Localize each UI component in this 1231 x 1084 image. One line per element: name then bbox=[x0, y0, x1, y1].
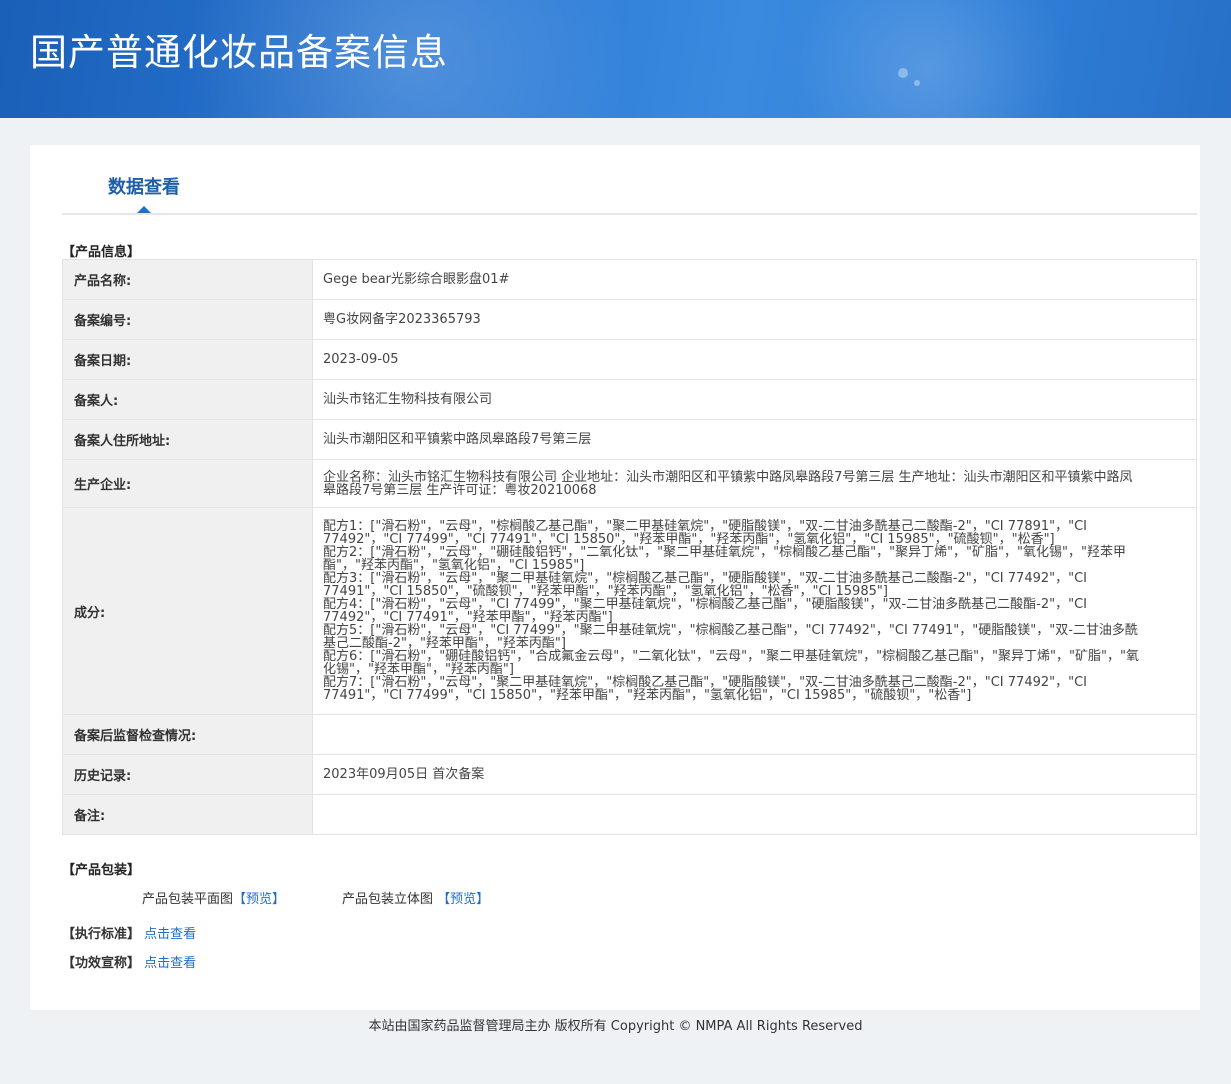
row-value: 2023年09月05日 首次备案 bbox=[312, 754, 1197, 795]
table-row: 备案人: 汕头市铭汇生物科技有限公司 bbox=[62, 379, 1197, 420]
banner-dot bbox=[914, 80, 920, 86]
formula-line: 配方5：["滑石粉"，"云母"，"CI 77499"，"聚二甲基硅氧烷"，"棕榈… bbox=[323, 623, 1138, 651]
row-value: 企业名称：汕头市铭汇生物科技有限公司 企业地址：汕头市潮阳区和平镇紫中路凤皋路段… bbox=[312, 459, 1197, 508]
formula-line: 配方1：["滑石粉"，"云母"，"棕榈酸乙基己酯"，"聚二甲基硅氧烷"，"硬脂酸… bbox=[323, 519, 1087, 547]
tab-divider bbox=[62, 213, 1197, 215]
packaging-3d-label: 产品包装立体图 bbox=[342, 892, 434, 907]
standard-row: 【执行标准】 点击查看 bbox=[62, 923, 196, 942]
tab-data-view[interactable]: 数据查看 bbox=[62, 145, 236, 215]
banner-glow bbox=[780, 0, 1080, 118]
packaging-3d: 产品包装立体图 【预览】 bbox=[342, 888, 489, 907]
product-info-table: 产品名称: Gege bear光影综合眼影盘01# 备案编号: 粤G妆网备字20… bbox=[62, 259, 1197, 835]
row-key: 备案编号: bbox=[62, 299, 313, 340]
footer-copyright: 本站由国家药品监督管理局主办 版权所有 Copyright © NMPA All… bbox=[368, 1019, 863, 1034]
packaging-flat-label: 产品包装平面图 bbox=[142, 892, 234, 907]
formula-line: 配方4：["滑石粉"，"云母"，"CI 77499"，"聚二甲基硅氧烷"，"棕榈… bbox=[323, 597, 1087, 625]
row-key: 备案后监督检查情况: bbox=[62, 714, 313, 755]
ingredients-cell: 配方1：["滑石粉"，"云母"，"棕榈酸乙基己酯"，"聚二甲基硅氧烷"，"硬脂酸… bbox=[312, 507, 1197, 715]
packaging-flat-preview-link[interactable]: 【预览】 bbox=[233, 892, 285, 907]
row-value bbox=[312, 794, 1197, 835]
efficacy-row: 【功效宣称】 点击查看 bbox=[62, 952, 196, 971]
row-key: 成分: bbox=[62, 507, 313, 715]
row-value bbox=[312, 714, 1197, 755]
row-value: 汕头市铭汇生物科技有限公司 bbox=[312, 379, 1197, 420]
formula-line: 配方3：["滑石粉"，"云母"，"聚二甲基硅氧烷"，"棕榈酸乙基己酯"，"硬脂酸… bbox=[323, 571, 1087, 599]
table-row: 历史记录: 2023年09月05日 首次备案 bbox=[62, 754, 1197, 795]
table-row: 备案日期: 2023-09-05 bbox=[62, 339, 1197, 380]
efficacy-label: 【功效宣称】 bbox=[62, 956, 141, 971]
row-key: 备注: bbox=[62, 794, 313, 835]
formula-line: 配方7：["滑石粉"，"云母"，"聚二甲基硅氧烷"，"棕榈酸乙基己酯"，"硬脂酸… bbox=[323, 675, 1087, 703]
product-info-title: 【产品信息】 bbox=[62, 245, 141, 260]
content-panel: 数据查看 【产品信息】 产品名称: Gege bear光影综合眼影盘01# 备案… bbox=[30, 145, 1200, 1010]
row-key: 产品名称: bbox=[62, 259, 313, 300]
header-banner: 国产普通化妆品备案信息 bbox=[0, 0, 1231, 118]
packaging-flat: 产品包装平面图【预览】 bbox=[142, 888, 285, 907]
table-row: 备案人住所地址: 汕头市潮阳区和平镇紫中路凤皋路段7号第三层 bbox=[62, 419, 1197, 460]
standard-link[interactable]: 点击查看 bbox=[144, 927, 196, 942]
packaging-3d-preview-link[interactable]: 【预览】 bbox=[437, 892, 489, 907]
packaging-title: 【产品包装】 bbox=[62, 863, 141, 878]
tab-active-caret bbox=[137, 206, 151, 213]
tab-label: 数据查看 bbox=[108, 177, 180, 198]
table-row: 备案后监督检查情况: bbox=[62, 714, 1197, 755]
table-row: 备注: bbox=[62, 794, 1197, 835]
formula-line: 配方2：["滑石粉"，"云母"，"硼硅酸铝钙"，"二氧化钛"，"聚二甲基硅氧烷"… bbox=[323, 545, 1126, 573]
row-value: 粤G妆网备字2023365793 bbox=[312, 299, 1197, 340]
table-row: 生产企业: 企业名称：汕头市铭汇生物科技有限公司 企业地址：汕头市潮阳区和平镇紫… bbox=[62, 459, 1197, 508]
row-key: 历史记录: bbox=[62, 754, 313, 795]
row-key: 备案日期: bbox=[62, 339, 313, 380]
row-key: 生产企业: bbox=[62, 459, 313, 508]
row-key: 备案人: bbox=[62, 379, 313, 420]
table-row: 备案编号: 粤G妆网备字2023365793 bbox=[62, 299, 1197, 340]
table-row: 产品名称: Gege bear光影综合眼影盘01# bbox=[62, 259, 1197, 300]
row-value: 汕头市潮阳区和平镇紫中路凤皋路段7号第三层 bbox=[312, 419, 1197, 460]
page-title: 国产普通化妆品备案信息 bbox=[30, 31, 448, 74]
row-value: Gege bear光影综合眼影盘01# bbox=[312, 259, 1197, 300]
banner-dot bbox=[898, 68, 908, 78]
row-key: 备案人住所地址: bbox=[62, 419, 313, 460]
efficacy-link[interactable]: 点击查看 bbox=[144, 956, 196, 971]
table-row: 成分: 配方1：["滑石粉"，"云母"，"棕榈酸乙基己酯"，"聚二甲基硅氧烷"，… bbox=[62, 507, 1197, 715]
row-value: 2023-09-05 bbox=[312, 339, 1197, 380]
formula-line: 配方6：["滑石粉"，"硼硅酸铝钙"，"合成氟金云母"，"二氧化钛"，"云母"，… bbox=[323, 649, 1139, 677]
standard-label: 【执行标准】 bbox=[62, 927, 141, 942]
